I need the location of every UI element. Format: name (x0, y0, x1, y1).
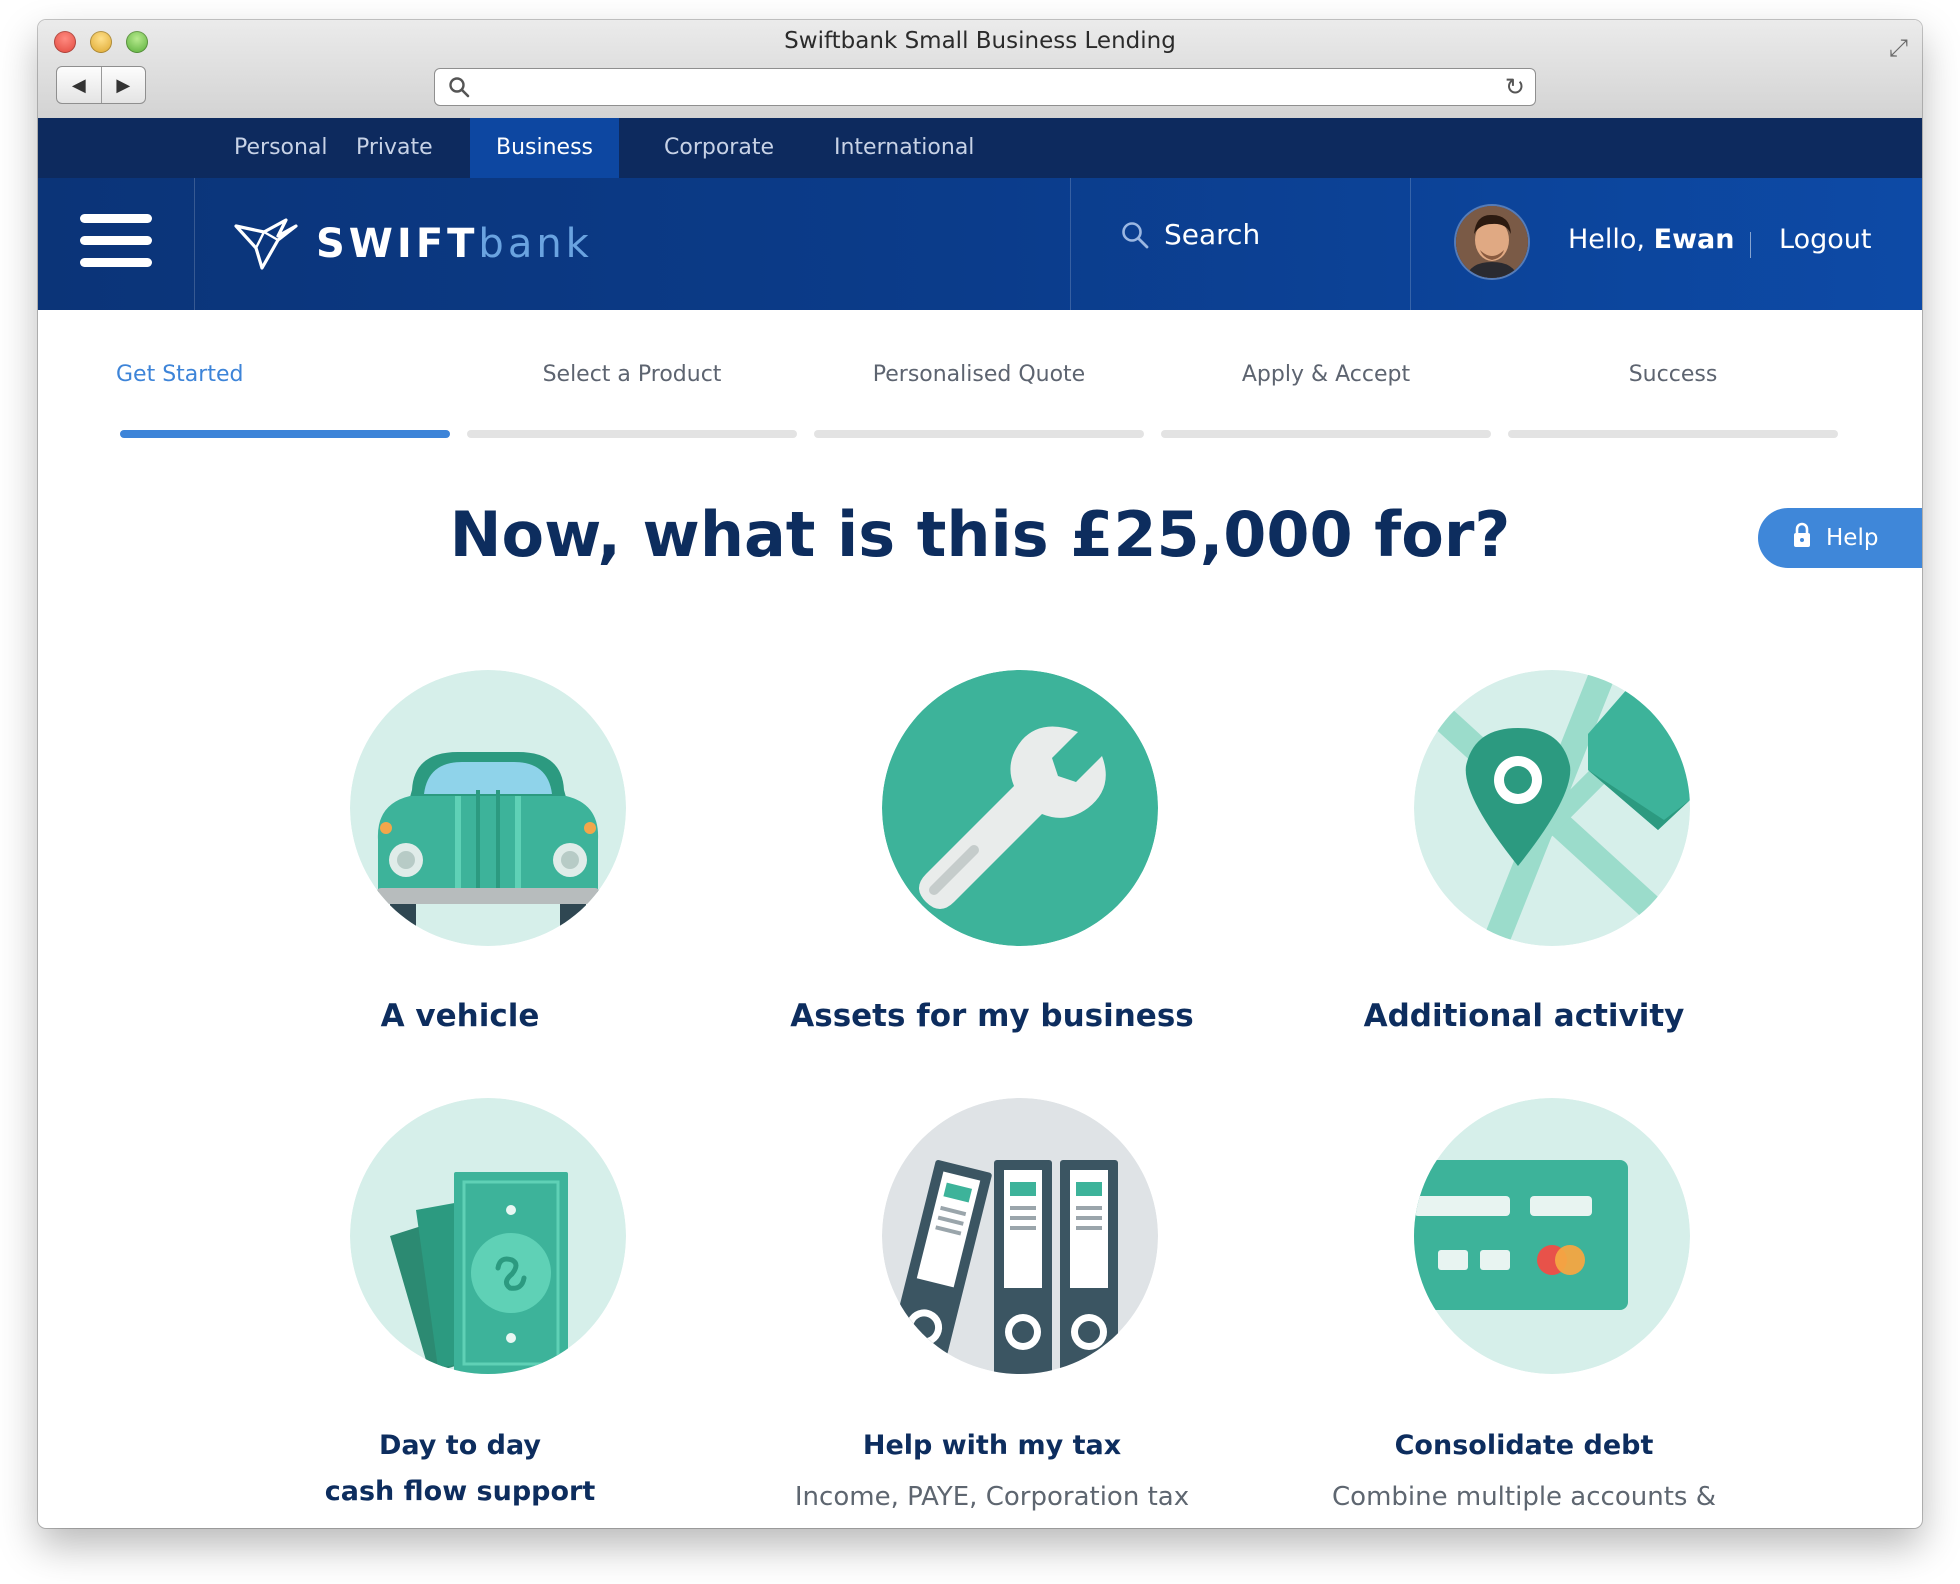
option-title: Additional activity (1363, 998, 1685, 1034)
step-label: Get Started (116, 362, 244, 387)
forward-button[interactable]: ▶ (100, 67, 146, 103)
greeting-text: Hello, (1568, 224, 1646, 255)
wrench-icon (882, 670, 1158, 946)
step-label: Select a Product (542, 362, 722, 387)
browser-toolbar: Swiftbank Small Business Lending ◀ ▶ ↻ ⤢ (38, 20, 1922, 119)
page-title: Now, what is this £25,000 for? (449, 498, 1511, 571)
search-label: Search (1164, 218, 1261, 251)
nav-tab-corporate[interactable]: Corporate (638, 118, 800, 178)
option-tax[interactable]: Help with my tax Income, PAYE, Corporati… (782, 1098, 1202, 1528)
fullscreen-icon[interactable]: ⤢ (1889, 34, 1908, 62)
search-icon (1122, 221, 1149, 248)
binders-icon (882, 1098, 1158, 1374)
option-vehicle[interactable]: A vehicle (250, 670, 670, 1050)
window-title: Swiftbank Small Business Lending (784, 28, 1176, 54)
option-title-line2: cash flow support (324, 1476, 596, 1507)
step-progress-bar (120, 430, 450, 438)
car-icon (350, 670, 626, 946)
nav-tab-international[interactable]: International (808, 118, 1000, 178)
option-title: Consolidate debt (1394, 1430, 1654, 1461)
option-title: Help with my tax (862, 1430, 1122, 1461)
help-button[interactable]: Help (1758, 508, 1922, 568)
step-label: Success (1628, 362, 1718, 387)
map-pin-icon (1414, 670, 1690, 946)
browser-window: Swiftbank Small Business Lending ◀ ▶ ↻ ⤢… (38, 20, 1922, 1528)
site-header: SWIFTbank Search Hello, Ewan Logout (38, 178, 1922, 310)
logo-secondary-text: bank (478, 221, 593, 267)
back-button[interactable]: ◀ (57, 67, 101, 103)
help-label: Help (1826, 525, 1879, 551)
reload-icon[interactable]: ↻ (1505, 73, 1525, 101)
logo-primary-text: SWIFT (316, 221, 479, 267)
option-subtitle: Income, PAYE, Corporation tax (794, 1482, 1190, 1512)
user-name: Ewan (1653, 224, 1735, 255)
step-progress-bar (814, 430, 1144, 438)
address-bar[interactable]: ↻ (434, 68, 1536, 106)
step-label: Apply & Accept (1241, 362, 1411, 387)
search-icon (447, 75, 471, 104)
greeting: Hello, Ewan (1568, 224, 1734, 255)
step-progress-bar (467, 430, 797, 438)
option-title: A vehicle (380, 998, 540, 1034)
option-title: Assets for my business (790, 998, 1194, 1034)
step-progress-bar (1161, 430, 1491, 438)
option-title-line1: Day to day (379, 1430, 541, 1461)
nav-tab-private[interactable]: Private (330, 118, 459, 178)
cash-icon (350, 1098, 626, 1374)
option-subtitle: Combine multiple accounts & (1332, 1482, 1716, 1512)
option-cash-flow[interactable]: Day to day cash flow support (250, 1098, 670, 1528)
credit-card-icon (1414, 1098, 1690, 1374)
nav-tab-business[interactable]: Business (470, 118, 620, 178)
option-consolidate-debt[interactable]: Consolidate debt Combine multiple accoun… (1314, 1098, 1734, 1528)
progress-steps: Get Started Select a Product Personalise… (116, 310, 1840, 440)
history-nav: ◀ ▶ (56, 66, 146, 104)
bird-logo-icon (234, 218, 298, 270)
step-progress-bar (1508, 430, 1838, 438)
step-label: Personalised Quote (872, 362, 1086, 387)
option-additional-activity[interactable]: Additional activity (1314, 670, 1734, 1050)
logout-link[interactable]: Logout (1779, 224, 1871, 255)
swiftbank-logo[interactable]: SWIFTbank (234, 212, 593, 276)
header-search[interactable]: Search (1120, 218, 1260, 251)
option-assets[interactable]: Assets for my business (782, 670, 1202, 1050)
segment-nav: Personal Private Business Corporate Inte… (38, 118, 1922, 178)
avatar[interactable] (1456, 206, 1528, 278)
menu-icon[interactable] (80, 214, 152, 274)
lock-icon (1792, 521, 1812, 555)
